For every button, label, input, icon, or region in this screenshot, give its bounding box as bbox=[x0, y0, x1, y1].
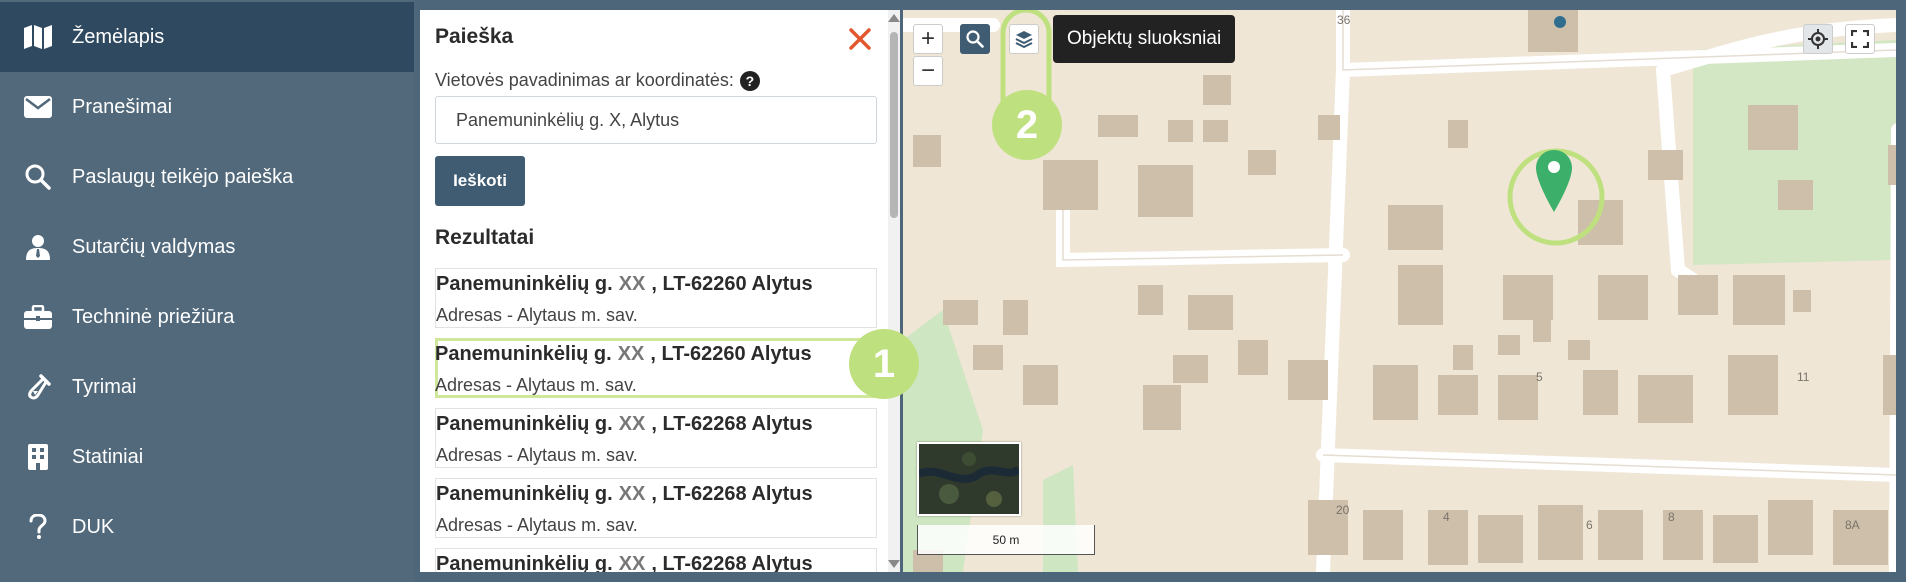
search-input[interactable] bbox=[435, 96, 877, 144]
sidebar-item-contracts[interactable]: Sutarčių valdymas bbox=[0, 212, 414, 282]
result-item[interactable]: Panemuninkėlių g.XX, LT-62268 Alytus Adr… bbox=[435, 548, 877, 572]
result-street: Panemuninkėlių g. bbox=[436, 273, 613, 295]
test-tube-icon bbox=[20, 369, 56, 405]
result-number: XX bbox=[617, 343, 645, 365]
house-number: 6 bbox=[1586, 518, 1593, 532]
map-search-button[interactable] bbox=[960, 24, 990, 54]
scroll-thumb[interactable] bbox=[890, 32, 898, 218]
result-item[interactable]: Panemuninkėlių g.XX, LT-62268 Alytus Adr… bbox=[435, 478, 877, 538]
sidebar-item-faq[interactable]: DUK bbox=[0, 492, 414, 562]
result-street: Panemuninkėlių g. bbox=[436, 553, 613, 572]
map-scale: 50 m bbox=[917, 525, 1095, 555]
layers-button[interactable] bbox=[1009, 24, 1039, 54]
result-number: XX bbox=[618, 483, 646, 505]
building-icon bbox=[20, 439, 56, 475]
layers-tooltip: Objektų sluoksniai bbox=[1053, 15, 1236, 63]
result-item-highlighted[interactable]: Panemuninkėlių g. XX, LT-62260 Alytus Adr… bbox=[435, 338, 877, 398]
result-street: Panemuninkėlių g. bbox=[436, 413, 613, 435]
sidebar-item-maintenance[interactable]: Techninė priežiūra bbox=[0, 282, 414, 352]
result-postcode: , LT-62260 Alytus bbox=[651, 273, 813, 295]
result-street: Panemuninkėlių g. bbox=[435, 343, 612, 365]
search-field-label: Vietovės pavadinimas ar koordinatės: ? bbox=[435, 70, 760, 91]
sidebar-item-label: Sutarčių valdymas bbox=[72, 235, 236, 258]
fullscreen-button[interactable] bbox=[1845, 24, 1875, 54]
help-icon[interactable]: ? bbox=[739, 70, 760, 91]
house-number: 20 bbox=[1336, 503, 1350, 517]
result-type: Adresas - Alytaus m. sav. bbox=[436, 445, 638, 465]
fullscreen-icon bbox=[1851, 30, 1869, 48]
crosshair-icon bbox=[1808, 29, 1828, 49]
search-field-label-text: Vietovės pavadinimas ar koordinatės: bbox=[435, 70, 734, 90]
search-button[interactable]: Ieškoti bbox=[435, 156, 525, 206]
result-number: XX bbox=[618, 553, 646, 572]
result-type: Adresas - Alytaus m. sav. bbox=[436, 515, 638, 535]
location-marker-icon bbox=[1536, 150, 1572, 212]
scroll-down-icon[interactable] bbox=[888, 560, 900, 568]
scroll-up-icon[interactable] bbox=[888, 14, 900, 22]
search-icon bbox=[966, 30, 984, 48]
result-title: Panemuninkėlių g. XX, LT-62268 Alytus bbox=[436, 413, 813, 436]
result-postcode: , LT-62268 Alytus bbox=[651, 483, 813, 505]
house-number: 8A bbox=[1845, 518, 1860, 532]
house-number: 8 bbox=[1668, 510, 1675, 524]
result-title: Panemuninkėlių g. XX, LT-62268 Alytus bbox=[436, 483, 813, 506]
sidebar-item-map[interactable]: Žemėlapis bbox=[0, 2, 414, 72]
sidebar-item-label: Žemėlapis bbox=[72, 25, 165, 48]
result-title: Panemuninkėlių g. XX , LT-62268 Alytus bbox=[436, 553, 813, 572]
sidebar-item-notifications[interactable]: Pranešimai bbox=[0, 72, 414, 142]
result-title: Panemuninkėlių g. XX, LT-62260 Alytus bbox=[436, 273, 813, 296]
sidebar-item-label: Techninė priežiūra bbox=[72, 305, 235, 328]
sidebar-item-provider-search[interactable]: Paslaugų teikėjo paieška bbox=[0, 142, 414, 212]
briefcase-icon bbox=[20, 299, 56, 335]
house-number: 36 bbox=[1337, 13, 1351, 27]
zoom-in-button[interactable]: + bbox=[913, 24, 943, 54]
result-postcode: , LT-62268 Alytus bbox=[651, 553, 813, 572]
sidebar-item-buildings[interactable]: Statiniai bbox=[0, 422, 414, 492]
result-number: XX bbox=[618, 273, 646, 295]
map-canvas bbox=[903, 10, 1896, 572]
sidebar-item-research[interactable]: Tyrimai bbox=[0, 352, 414, 422]
layers-icon bbox=[1015, 31, 1033, 49]
map-view[interactable]: 36 5 11 20 4 6 8 8A + − Objektų sluoksni… bbox=[903, 10, 1896, 572]
search-panel: Paieška Vietovės pavadinimas ar koordina… bbox=[420, 10, 900, 572]
result-type: Adresas - Alytaus m. sav. bbox=[436, 305, 638, 325]
result-type: Adresas - Alytaus m. sav. bbox=[435, 375, 637, 395]
zoom-out-button[interactable]: − bbox=[913, 56, 943, 86]
result-postcode: , LT-62260 Alytus bbox=[650, 343, 812, 365]
question-icon bbox=[20, 509, 56, 545]
result-street: Panemuninkėlių g. bbox=[436, 483, 613, 505]
map-icon bbox=[20, 19, 56, 55]
house-number: 11 bbox=[1797, 370, 1810, 384]
user-tie-icon bbox=[20, 229, 56, 265]
results-scrollbar[interactable] bbox=[888, 10, 900, 572]
search-panel-title: Paieška bbox=[435, 25, 514, 48]
search-icon bbox=[20, 159, 56, 195]
results-title: Rezultatai bbox=[435, 226, 535, 249]
result-postcode: , LT-62268 Alytus bbox=[651, 413, 813, 435]
sidebar-item-label: DUK bbox=[72, 515, 115, 538]
sidebar-item-label: Pranešimai bbox=[72, 95, 173, 118]
overview-minimap[interactable] bbox=[917, 442, 1022, 516]
step-badge-2: 2 bbox=[992, 90, 1062, 160]
result-title: Panemuninkėlių g. XX, LT-62260 Alytus bbox=[435, 343, 812, 366]
locate-button[interactable] bbox=[1803, 24, 1833, 54]
sidebar-item-label: Statiniai bbox=[72, 445, 144, 468]
result-item[interactable]: Panemuninkėlių g. XX, LT-62260 Alytus Adr… bbox=[435, 268, 877, 328]
sidebar: Žemėlapis Pranešimai Paslaugų teikėjo pa… bbox=[0, 0, 414, 582]
sidebar-item-label: Paslaugų teikėjo paieška bbox=[72, 165, 294, 188]
house-number: 4 bbox=[1443, 510, 1450, 524]
result-item[interactable]: Panemuninkėlių g.XX, LT-62268 Alytus Adr… bbox=[435, 408, 877, 468]
house-number: 5 bbox=[1536, 370, 1543, 384]
sidebar-item-label: Tyrimai bbox=[72, 375, 137, 398]
result-number: XX bbox=[618, 413, 646, 435]
close-icon[interactable] bbox=[845, 24, 875, 54]
envelope-icon bbox=[20, 89, 56, 125]
step-badge-1: 1 bbox=[849, 329, 919, 399]
